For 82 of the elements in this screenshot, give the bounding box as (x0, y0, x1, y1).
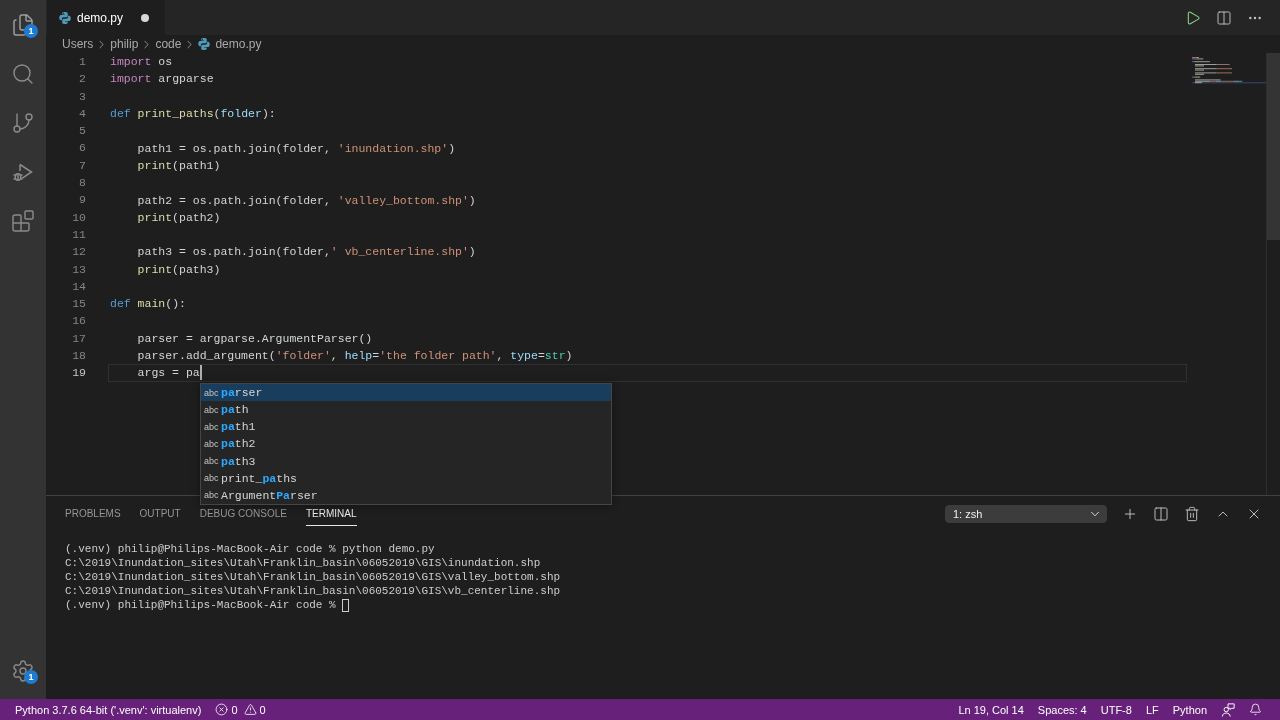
line-number: 1 (79, 54, 86, 70)
suggestion-item[interactable]: abc path3 (201, 452, 611, 470)
branch-icon[interactable] (11, 110, 35, 135)
code-line: def print_paths(folder): (110, 106, 276, 122)
breadcrumb-item[interactable]: Users (60, 36, 96, 52)
gear-icon[interactable] (11, 658, 35, 683)
panel-tab[interactable]: PROBLEMS (65, 501, 121, 526)
scrollbar-thumb[interactable] (1267, 53, 1280, 240)
code-line: import argparse (110, 71, 214, 87)
search-icon[interactable] (11, 61, 35, 86)
line-number: 9 (79, 192, 86, 209)
panel-tab[interactable]: TERMINAL (305, 501, 357, 526)
play-icon[interactable] (1185, 9, 1201, 26)
code-line: args = pa (137, 365, 200, 381)
line-number: 10 (72, 209, 86, 226)
code-line: parser.add_argument('folder', help='the folder path', type=str) (137, 348, 573, 364)
notification-badge: 1 (24, 670, 38, 684)
breadcrumb-item[interactable]: demo.py (196, 36, 264, 52)
line-number: 6 (79, 140, 86, 157)
code-line: path1 = os.path.join(folder, 'inundation.shp') (137, 140, 456, 156)
breadcrumb-item[interactable]: philip (108, 36, 141, 52)
line-number: 17 (72, 330, 86, 347)
code-line: parser = argparse.ArgumentParser() (137, 330, 373, 346)
line-number: 14 (72, 278, 86, 295)
suggestion-item[interactable]: abc path2 (201, 435, 611, 453)
code-line: import os (110, 54, 173, 70)
line-number: 12 (72, 244, 86, 261)
trash-icon[interactable] (1184, 505, 1200, 522)
line-number: 8 (79, 175, 86, 192)
line-number: 13 (72, 261, 86, 278)
circle-x-icon (215, 703, 229, 716)
file-type-icon (198, 38, 211, 50)
cursor-position-status[interactable]: Ln 19, Col 14 (951, 699, 1031, 720)
line-number: 18 (72, 348, 86, 365)
split-view-icon[interactable] (1153, 505, 1169, 522)
indentation-status[interactable]: Spaces: 4 (1030, 699, 1094, 720)
suggestion-item[interactable]: abc path (201, 401, 611, 419)
breadcrumb-item[interactable]: code (153, 36, 184, 52)
terminal-dropdown[interactable]: 1: zsh (945, 504, 1107, 523)
code-line: def main(): (110, 296, 186, 312)
suggestion-item[interactable]: abc print_paths (201, 469, 611, 487)
code-line: path3 = os.path.join(folder,' vb_centerline.shp') (137, 244, 476, 260)
suggestion-item[interactable]: abc ArgumentParser (201, 486, 611, 504)
line-number: 19 (72, 365, 86, 382)
terminal-cursor-icon (342, 598, 350, 612)
interpreter-status[interactable]: Python 3.7.6 64-bit ('.venv': virtualenv) (8, 699, 209, 720)
line-number: 7 (79, 157, 86, 174)
code-line: print(path3) (137, 261, 221, 277)
line-number: 11 (72, 226, 86, 243)
line-ending-status[interactable]: LF (1138, 699, 1166, 720)
line-number: 5 (79, 123, 86, 140)
terminal-line: C:\2019\Inundation_sites\Utah\Franklin_basin\06052019\GIS\vb_centerline.shp (65, 584, 561, 598)
text-cursor-icon (199, 365, 202, 381)
split-view-icon[interactable] (1216, 9, 1232, 26)
line-number: 2 (79, 71, 86, 88)
line-number: 15 (72, 296, 86, 313)
warning-icon (243, 703, 257, 716)
problems-status[interactable]: 0 0 (208, 699, 273, 720)
terminal-line: C:\2019\Inundation_sites\Utah\Franklin_basin\06052019\GIS\valley_bottom.shp (65, 570, 561, 584)
terminal-line: (.venv) philip@Philips-MacBook-Air code % python demo.py (65, 542, 435, 556)
files-icon[interactable] (11, 12, 35, 37)
line-number: 4 (79, 105, 86, 122)
panel-tab[interactable]: DEBUG CONSOLE (199, 501, 287, 526)
editor-tab[interactable]: demo.py (47, 0, 165, 35)
code-line: path2 = os.path.join(folder, 'valley_bottom.shp') (137, 192, 476, 208)
file-type-icon (59, 11, 71, 24)
bell-icon[interactable] (1249, 703, 1262, 716)
line-number: 16 (72, 313, 86, 330)
language-status[interactable]: Python (1165, 699, 1214, 720)
code-minimap[interactable] (1192, 55, 1266, 86)
panel-tab[interactable]: OUTPUT (139, 501, 181, 526)
blocks-icon[interactable] (11, 208, 35, 233)
notification-badge: 1 (24, 24, 38, 38)
code-line: print(path2) (137, 209, 221, 225)
suggestion-item[interactable]: abc path1 (201, 418, 611, 436)
code-line: print(path1) (137, 157, 221, 173)
terminal-line: (.venv) philip@Philips-MacBook-Air code % (65, 598, 336, 612)
encoding-status[interactable]: UTF-8 (1093, 699, 1139, 720)
terminal-line: C:\2019\Inundation_sites\Utah\Franklin_basin\06052019\GIS\inundation.shp (65, 556, 541, 570)
suggestion-item[interactable]: abc parser (201, 384, 611, 402)
person-speech-icon[interactable] (1221, 702, 1235, 717)
line-number: 3 (79, 88, 86, 105)
